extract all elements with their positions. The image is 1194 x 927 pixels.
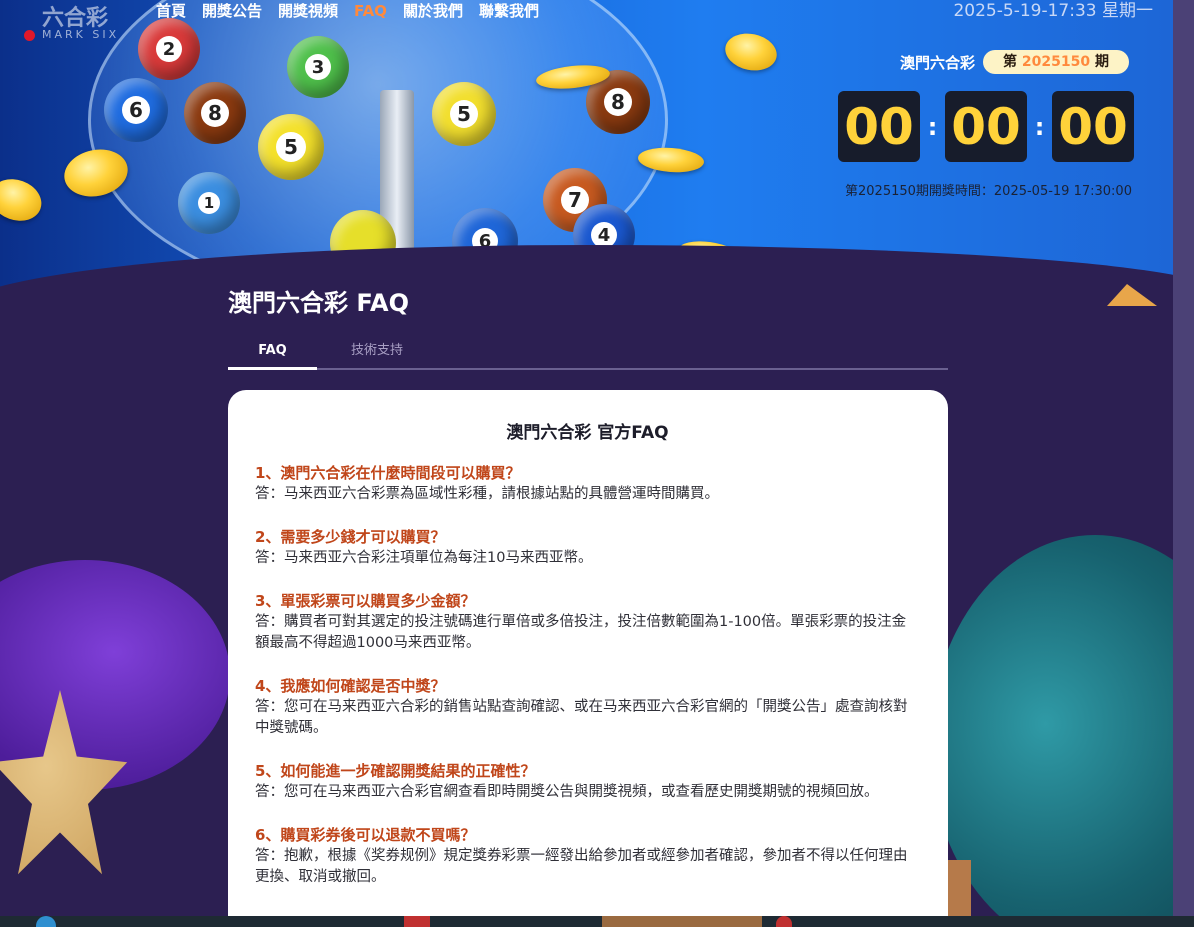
faq-question: 6、購買彩券後可以退款不買嗎？: [255, 826, 476, 844]
faq-item: 6、購買彩券後可以退款不買嗎？ 答：抱歉，根據《奖券规例》規定獎券彩票一經發出給…: [255, 825, 920, 888]
lottery-ball: 6: [104, 78, 168, 142]
nav-home[interactable]: 首頁: [156, 0, 186, 24]
scrollbar[interactable]: [1173, 0, 1194, 927]
hero-wave-divider: [0, 245, 1173, 300]
nav-contact-us[interactable]: 聯繫我們: [479, 0, 539, 24]
taskbar-item[interactable]: [602, 916, 762, 927]
countdown-separator: :: [927, 112, 938, 141]
faq-answer: 答：您可在马来西亚六合彩的銷售站點查詢確認、或在马来西亚六合彩官網的「開獎公告」…: [255, 699, 908, 736]
draw-time-text: 第2025150期開獎時間：2025-05-19 17:30:00: [845, 184, 1132, 199]
page: 2 3 6 8 5 5 8 7 4 1 6 六合彩 MARK SIX 首頁 開獎…: [0, 0, 1173, 927]
lottery-ball: 5: [258, 114, 324, 180]
faq-item: 2、需要多少錢才可以購買？ 答：马来西亚六合彩注項單位為每注10马来西亚幣。: [255, 527, 920, 569]
draw-info: 澳門六合彩 第 2025150 期: [900, 50, 1129, 74]
os-taskbar: [0, 916, 1194, 927]
draw-prefix: 第: [1003, 54, 1018, 70]
taskbar-item[interactable]: [36, 916, 56, 927]
gold-coin: [0, 172, 48, 228]
faq-question: 5、如何能進一步確認開獎結果的正確性？: [255, 762, 536, 780]
taskbar-item[interactable]: [776, 916, 792, 927]
logo-subtext: MARK SIX: [42, 28, 120, 41]
main-nav: 首頁 開獎公告 開獎視頻 FAQ 關於我們 聯繫我們: [156, 0, 555, 24]
countdown-timer: 00 : 00 : 00: [838, 91, 1134, 162]
faq-answer: 答：抱歉，根據《奖券规例》規定獎券彩票一經發出給參加者或經參加者確認，參加者不得…: [255, 848, 908, 885]
faq-answer: 答：马来西亚六合彩注項單位為每注10马来西亚幣。: [255, 550, 593, 566]
nav-draw-results[interactable]: 開獎公告: [202, 0, 262, 24]
taskbar-item[interactable]: [404, 916, 430, 927]
lottery-ball: 5: [432, 82, 496, 146]
lottery-ball: 1: [178, 172, 240, 234]
faq-card: 澳門六合彩 官方FAQ 1、澳門六合彩在什麼時間段可以購買？ 答：马来西亚六合彩…: [228, 390, 948, 927]
countdown-minutes: 00: [945, 91, 1027, 162]
countdown-separator: :: [1034, 112, 1045, 141]
faq-answer: 答：您可在马来西亚六合彩官網查看即時開獎公告與開獎視頻，或查看歷史開獎期號的視頻…: [255, 784, 879, 800]
nav-faq[interactable]: FAQ: [354, 0, 387, 24]
faq-card-title: 澳門六合彩 官方FAQ: [506, 423, 669, 443]
countdown-seconds: 00: [1052, 91, 1134, 162]
faq-item: 4、我應如何確認是否中獎？ 答：您可在马来西亚六合彩的銷售站點查詢確認、或在马来…: [255, 676, 920, 739]
faq-item: 1、澳門六合彩在什麼時間段可以購買？ 答：马来西亚六合彩票為區域性彩種，請根據站…: [255, 463, 920, 505]
faq-answer: 答：马来西亚六合彩票為區域性彩種，請根據站點的具體營運時間購買。: [255, 486, 719, 502]
site-logo[interactable]: 六合彩 MARK SIX: [22, 2, 142, 42]
hero-banner: 2 3 6 8 5 5 8 7 4 1 6 六合彩 MARK SIX 首頁 開獎…: [0, 0, 1173, 300]
tab-tech-support[interactable]: 技術支持: [317, 336, 437, 368]
countdown-hours: 00: [838, 91, 920, 162]
nav-draw-videos[interactable]: 開獎視頻: [278, 0, 338, 24]
lottery-ball: 3: [287, 36, 349, 98]
gold-coin: [721, 28, 781, 76]
faq-question: 4、我應如何確認是否中獎？: [255, 677, 446, 695]
faq-answer: 答：購買者可對其選定的投注號碼進行單倍或多倍投注，投注倍數範圍為1-100倍。單…: [255, 614, 907, 651]
draw-suffix: 期: [1094, 54, 1109, 70]
faq-question: 1、澳門六合彩在什麼時間段可以購買？: [255, 464, 521, 482]
draw-number-badge: 第 2025150 期: [983, 50, 1129, 74]
decorative-purple-blob: [0, 560, 230, 790]
lottery-name: 澳門六合彩: [900, 53, 976, 72]
current-datetime: 2025-5-19-17:33 星期一: [953, 1, 1153, 21]
lottery-ball: 8: [184, 82, 246, 144]
logo-dot-icon: [24, 30, 35, 41]
page-title: 澳門六合彩 FAQ: [228, 289, 409, 317]
faq-item: 3、單張彩票可以購買多少金額？ 答：購買者可對其選定的投注號碼進行單倍或多倍投注…: [255, 591, 920, 654]
faq-question: 2、需要多少錢才可以購買？: [255, 528, 446, 546]
lottery-ball: 2: [138, 18, 200, 80]
tab-faq[interactable]: FAQ: [228, 336, 317, 370]
faq-question: 3、單張彩票可以購買多少金額？: [255, 592, 476, 610]
draw-number: 2025150: [1021, 54, 1091, 70]
faq-item: 5、如何能進一步確認開獎結果的正確性？ 答：您可在马来西亚六合彩官網查看即時開獎…: [255, 761, 920, 803]
nav-about-us[interactable]: 關於我們: [403, 0, 463, 24]
faq-tabs: FAQ 技術支持: [228, 336, 948, 370]
